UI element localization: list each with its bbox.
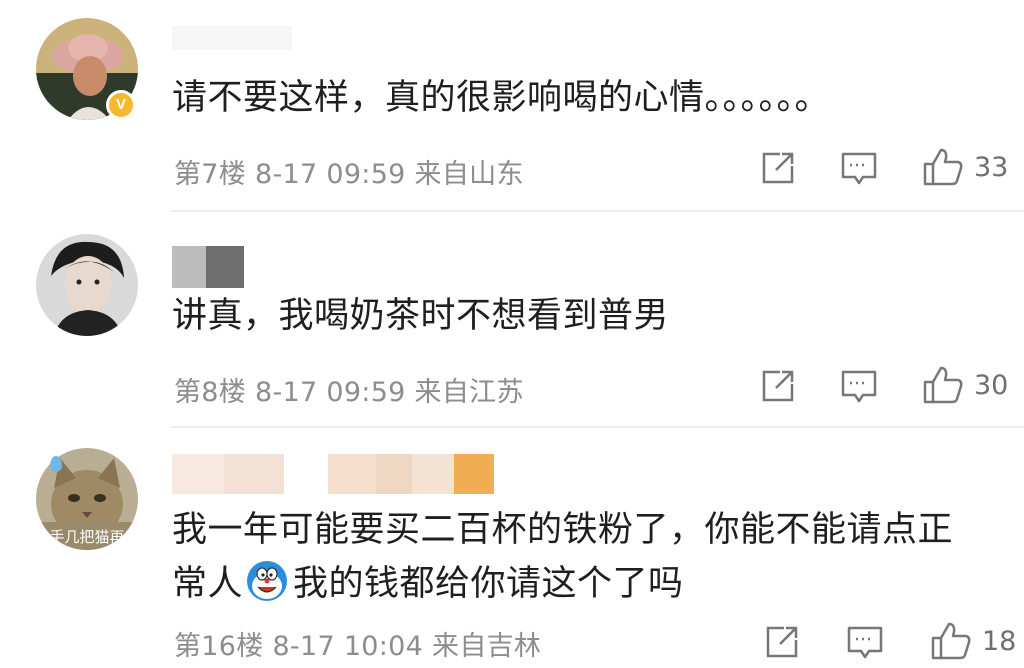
comment-floor-7: V 请不要这样，真的很影响喝的心情。。。。。。 第7楼 8-17 09:59 来… [0,0,1024,210]
avatar[interactable] [36,234,138,336]
verified-badge: V [106,90,136,120]
floor-number: 第16楼 [174,631,264,662]
comment-text: 请不要这样，真的很影响喝的心情。。。。。。 [172,78,831,118]
comment-date: 8-17 [254,377,318,408]
like-count: 18 [982,626,1017,657]
comment-icon [847,626,883,659]
thumbs-up-icon [931,622,971,660]
comment-text-line2: 常人 我的钱都给你请这个了吗 [172,559,1000,607]
floor-number: 第7楼 [174,159,247,190]
share-button[interactable] [760,150,796,190]
comment-location: 来自山东 [414,159,524,190]
like-button[interactable] [922,146,964,192]
comment-time: 10:04 [343,631,424,662]
username-blurred [172,246,244,288]
like-button[interactable] [930,620,972,666]
comment-location: 来自吉林 [432,631,542,662]
comment-date: 8-17 [254,159,318,190]
comment-floor-8: 讲真，我喝奶茶时不想看到普男 第8楼 8-17 09:59 来自江苏 30 [0,212,1024,426]
comment-text-line2-before: 常人 [172,564,244,604]
comment-icon [841,152,877,185]
like-count: 30 [974,370,1009,401]
sweat-drop-badge [50,456,62,472]
username-blurred [172,26,292,50]
like-button[interactable] [922,364,964,410]
share-icon [762,152,794,184]
comment-time: 09:59 [326,159,406,190]
thumbs-up-icon [923,148,963,186]
reply-button[interactable] [840,150,878,192]
comment-text-line1: 我一年可能要买二百杯的铁粉了，你能不能请点正 [172,510,954,550]
reply-button[interactable] [846,624,884,666]
thumbs-up-icon [923,366,963,404]
share-icon [762,370,794,402]
username-blurred [172,454,494,494]
comment-meta: 第7楼 8-17 09:59 来自山东 [174,152,524,191]
doraemon-emoji-icon [247,561,288,601]
comment-floor-16: 手几把猫再 我一年可能要买二百杯的铁粉了，你能不能请点正 常人 我的钱都给你请这… [0,428,1024,668]
like-count: 33 [974,152,1009,183]
comment-meta: 第8楼 8-17 09:59 来自江苏 [174,370,524,409]
comment-icon [841,370,877,403]
comment-date: 8-17 [272,631,335,662]
share-icon [766,626,798,658]
share-button[interactable] [764,624,800,664]
floor-number: 第8楼 [174,377,247,408]
comment-text: 讲真，我喝奶茶时不想看到普男 [172,296,670,336]
reply-button[interactable] [840,368,878,410]
avatar-caption: 手几把猫再 [49,528,124,546]
share-button[interactable] [760,368,796,408]
comment-text-line2-after: 我的钱都给你请这个了吗 [293,564,684,604]
comment-text: 我一年可能要买二百杯的铁粉了，你能不能请点正 常人 我的钱都给你请这个了吗 [172,508,1000,607]
comment-meta: 第16楼 8-17 10:04 来自吉林 [174,624,541,663]
comment-location: 来自江苏 [414,377,524,408]
comment-time: 09:59 [326,377,406,408]
